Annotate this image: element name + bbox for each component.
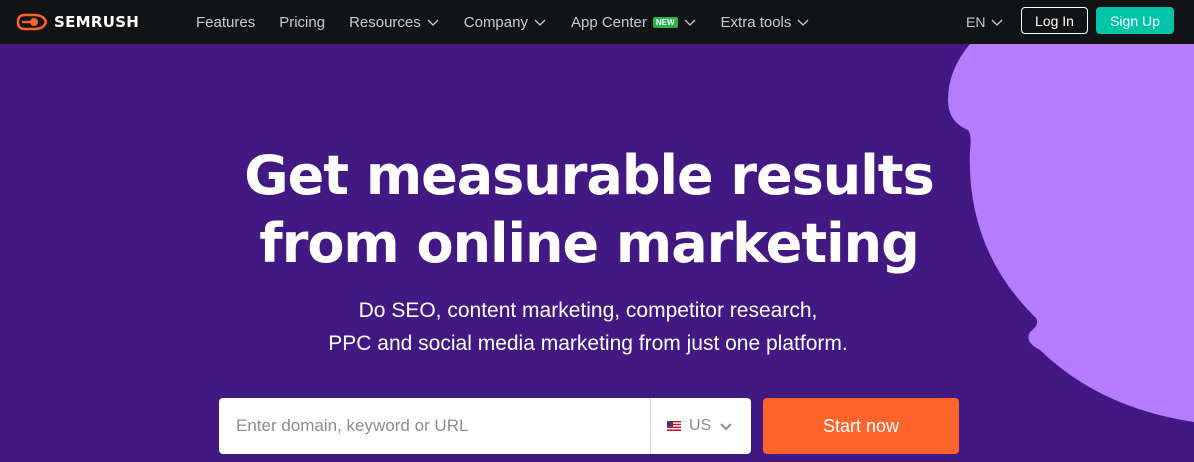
menu-item-company[interactable]: Company <box>464 14 547 31</box>
menu-item-label: Extra tools <box>720 13 792 31</box>
language-selector[interactable]: EN <box>966 0 1004 44</box>
hero-subtitle: Do SEO, content marketing, competitor re… <box>0 294 1176 360</box>
menu-item-label: App Center <box>570 13 647 31</box>
language-label: EN <box>966 14 986 30</box>
menu-item-pricing[interactable]: Pricing <box>279 14 325 31</box>
start-now-button[interactable]: Start now <box>763 398 959 454</box>
chevron-down-icon <box>797 19 809 26</box>
search-box: US <box>219 398 751 454</box>
new-badge: NEW <box>652 16 678 28</box>
hero-headline: Get measurable results from online marke… <box>0 142 1178 278</box>
us-flag-icon <box>667 421 681 431</box>
chevron-down-icon <box>991 19 1003 26</box>
chevron-down-icon <box>684 19 695 26</box>
chevron-down-icon <box>720 423 732 431</box>
login-button[interactable]: Log In <box>1021 7 1088 34</box>
menu-item-app-center[interactable]: App Center NEW <box>571 14 697 31</box>
menu-item-resources[interactable]: Resources <box>349 14 440 31</box>
menu-item-label: Pricing <box>279 13 326 31</box>
semrush-logo[interactable]: SEMRUSH <box>16 11 139 33</box>
logo-text: SEMRUSH <box>54 13 140 31</box>
headline-line: Get measurable results <box>244 144 934 207</box>
database-selector[interactable]: US <box>650 398 751 454</box>
menu-item-extra-tools[interactable]: Extra tools <box>721 14 811 31</box>
semrush-flame-icon <box>16 13 48 31</box>
headline-line: from online marketing <box>259 212 920 275</box>
menu-item-label: Resources <box>349 13 421 31</box>
main-menu: Features Pricing Resources Company App C… <box>196 0 834 44</box>
search-input[interactable] <box>219 398 650 454</box>
database-label: US <box>689 417 712 434</box>
top-navbar: SEMRUSH Features Pricing Resources Compa… <box>0 0 1194 44</box>
chevron-down-icon <box>534 19 546 26</box>
signup-button[interactable]: Sign Up <box>1096 7 1174 34</box>
subtitle-line: PPC and social media marketing from just… <box>328 332 848 355</box>
menu-item-label: Company <box>463 13 528 31</box>
chevron-down-icon <box>427 19 439 26</box>
subtitle-line: Do SEO, content marketing, competitor re… <box>358 299 818 322</box>
menu-item-features[interactable]: Features <box>196 14 255 31</box>
menu-item-label: Features <box>196 13 256 31</box>
